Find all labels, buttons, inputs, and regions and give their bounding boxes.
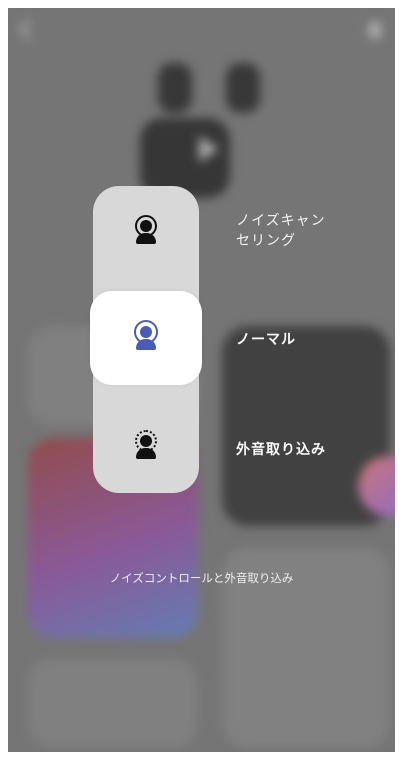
mode-noise-cancel-button[interactable] bbox=[93, 186, 199, 278]
overlay-scrim[interactable] bbox=[8, 8, 395, 752]
mode-ambient-button[interactable] bbox=[93, 401, 199, 493]
screen: ノイズキャン セリング ノーマル 外音取り込み ノイズコントロールと外音取り込み bbox=[8, 8, 395, 752]
noise-cancel-icon bbox=[135, 215, 157, 244]
mode-normal-button[interactable] bbox=[90, 291, 202, 385]
normal-label: ノーマル bbox=[236, 332, 296, 348]
control-caption: ノイズコントロールと外音取り込み bbox=[109, 571, 294, 585]
ambient-label: 外音取り込み bbox=[236, 442, 326, 458]
noise-control-selector bbox=[90, 186, 202, 493]
normal-person-icon bbox=[134, 320, 158, 350]
ambient-person-icon bbox=[135, 430, 157, 459]
noise-cancel-label: ノイズキャン セリング bbox=[236, 213, 326, 249]
